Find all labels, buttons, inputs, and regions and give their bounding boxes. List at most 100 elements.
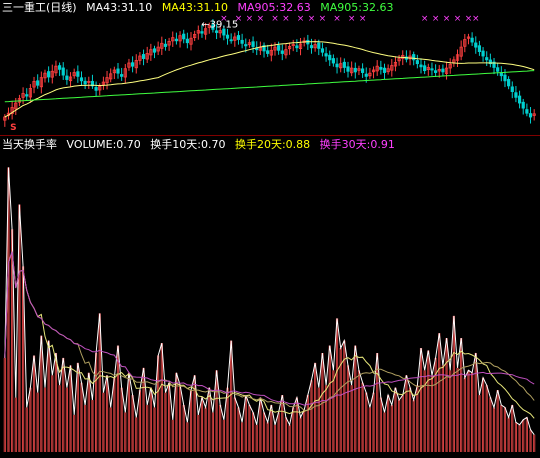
candle-body [76,71,80,77]
s-marker: S [10,123,16,133]
candle-body [481,50,485,57]
signal-marker: × [257,14,265,24]
candle-body [328,54,332,61]
candle-body [57,65,62,70]
price-panel: ××××××××××××××××××←39.1524.21→S [0,14,540,136]
candle-body [353,67,357,73]
candle-body [528,113,533,118]
candle-body [295,45,299,49]
ma905-label: MA905:32.63 [237,1,311,14]
signal-marker: × [319,14,327,24]
signal-marker: × [246,14,254,24]
candle-body [236,35,241,40]
turnover-panel [3,167,536,452]
signal-marker: × [432,14,440,24]
ma43-label-2: MA43:31.10 [161,1,229,14]
stock-chart: ××××××××××××××××××←39.1524.21→S [0,14,540,452]
price-header: 三一重工(日线) MA43:31.10 MA43:31.10 MA905:32.… [2,1,399,14]
candle-body [225,34,230,39]
candle-body [182,33,186,40]
candle-body [477,45,482,52]
candle-body [130,62,135,67]
ma905-line [4,70,535,103]
candle-body [25,94,29,97]
candle-body [525,109,529,114]
signal-marker: × [454,14,462,24]
signal-marker: × [348,14,356,24]
candle-body [346,66,350,72]
candle-body [317,42,321,49]
hs20-label: 换手20天:0.88 [234,138,311,151]
signal-marker: × [271,14,279,24]
candle-body [120,74,124,77]
candle-body [83,80,87,85]
candle-body [47,71,51,78]
candle-body [434,70,438,73]
candle-body [521,101,525,109]
candle-body [320,48,325,53]
signal-marker: × [443,14,451,24]
hs30-label: 换手30天:0.91 [319,138,395,151]
candle-body [335,63,339,68]
candle-body [430,68,434,71]
candle-body [517,95,522,104]
candle-body [65,75,69,80]
ma905-label-2: MA905:32.63 [320,1,394,14]
candle-body [510,86,514,93]
hs10-label: 换手10天:0.70 [150,138,226,151]
signal-marker: × [472,14,480,24]
candle-body [277,45,281,51]
candle-body [419,64,423,68]
candle-body [364,73,368,77]
candle-body [116,68,120,74]
ma43-label: MA43:31.10 [86,1,153,14]
high-annotation: ←39.15 [201,19,238,30]
candle-body [379,66,383,70]
signal-marker: × [297,14,305,24]
candle-body [244,44,248,47]
candle-body [240,39,244,44]
candle-body [152,48,157,53]
candle-body [415,60,419,65]
ma43-line [4,41,535,118]
candle-body [499,72,503,77]
candle-body [251,41,255,47]
candle-body [331,58,335,64]
candle-body [141,54,146,59]
candle-body [79,77,84,82]
candle-body [503,74,507,82]
candle-body [163,43,168,47]
candle-body [174,38,179,42]
candle-body [324,53,328,57]
candle-body [309,45,314,49]
candle-body [36,80,40,86]
volume-label: VOLUME:0.70 [66,138,141,151]
turnover-header: 当天换手率 VOLUME:0.70 换手10天:0.70 换手20天:0.88 … [2,138,401,151]
candle-body [441,68,445,73]
candle-body [200,31,204,34]
candle-body [360,68,365,73]
candle-body [423,65,427,72]
signal-marker: × [308,14,316,24]
indicator-name: 当天换手率 [2,138,57,151]
signal-marker: × [421,14,429,24]
title-text: 三一重工(日线) [2,1,77,14]
candle-body [280,50,284,54]
candle-body [61,67,65,76]
candle-body [185,38,189,44]
candle-body [229,39,233,42]
candle-body [474,42,478,48]
signal-marker: × [333,14,341,24]
candle-body [266,50,270,54]
candle-body [342,61,346,68]
signal-marker: × [282,14,290,24]
candle-body [382,67,387,73]
candle-body [470,37,474,43]
signal-marker: × [359,14,367,24]
candle-body [94,87,98,91]
candle-body [214,30,219,33]
candle-body [514,92,518,98]
candle-body [496,67,500,72]
candle-body [507,79,511,87]
candle-body [485,57,489,61]
